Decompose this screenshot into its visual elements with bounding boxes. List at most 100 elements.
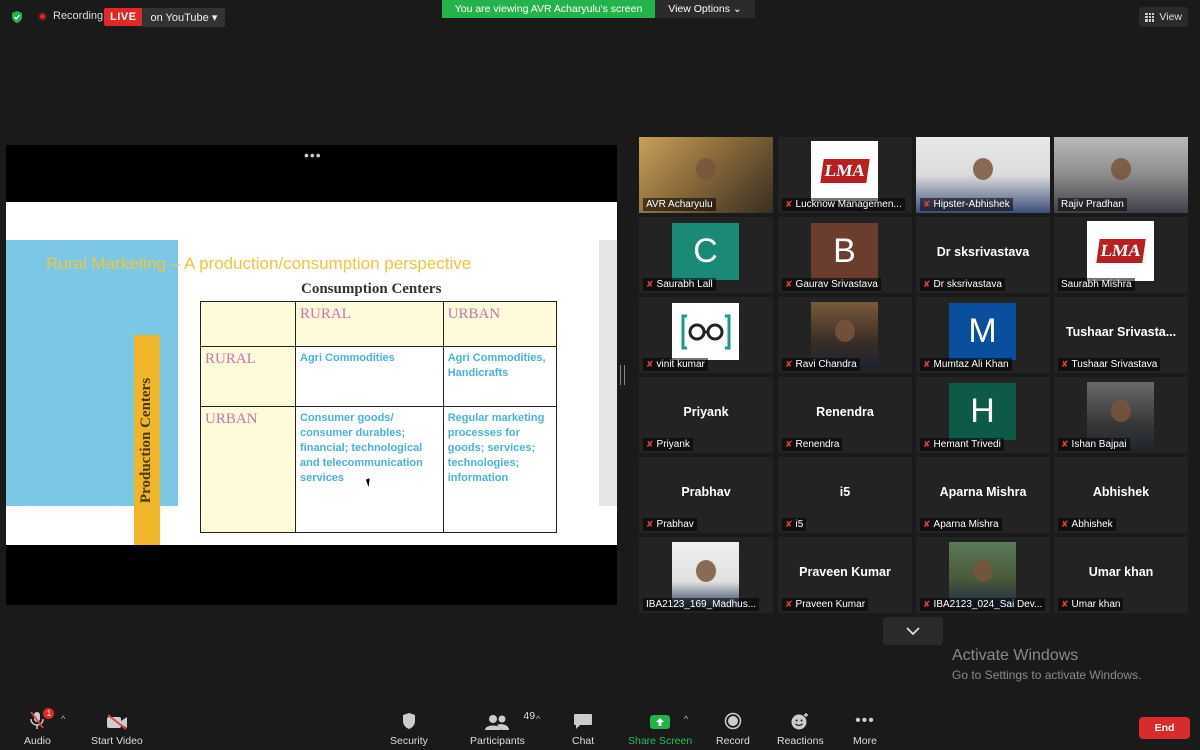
- participant-name: IBA2123_024_Sai Dev...: [933, 599, 1043, 610]
- participant-name-label: ✘ Gaurav Srivastava: [782, 278, 881, 291]
- participant-tile[interactable]: B ✘ Gaurav Srivastava: [778, 217, 912, 293]
- viewing-screen-banner: You are viewing AVR Acharyulu's screen: [442, 0, 655, 18]
- participant-tile[interactable]: LMA ✘ Lucknow Managemen...: [778, 137, 912, 213]
- participant-tile[interactable]: Tushaar Srivasta... ✘ Tushaar Srivastava: [1054, 297, 1188, 373]
- participant-name: Lucknow Managemen...: [795, 199, 902, 210]
- participant-display-name: Umar khan: [1088, 565, 1154, 579]
- muted-mic-icon: ✘: [923, 279, 931, 289]
- view-options-button[interactable]: View Options ⌄: [655, 0, 755, 18]
- participant-tile[interactable]: ✘ IBA2123_024_Sai Dev...: [916, 537, 1050, 613]
- participant-tile[interactable]: Abhishek ✘ Abhishek: [1054, 457, 1188, 533]
- participant-tile[interactable]: M ✘ Mumtaz Ali Khan: [916, 297, 1050, 373]
- participant-display-name: Renendra: [816, 405, 874, 419]
- start-video-label: Start Video: [91, 735, 143, 747]
- participant-tile[interactable]: Umar khan ✘ Umar khan: [1054, 537, 1188, 613]
- security-button[interactable]: Security: [390, 710, 428, 747]
- participant-tile[interactable]: AVR Acharyulu: [639, 137, 773, 213]
- participant-name-label: ✘ Saurabh Lall: [643, 278, 716, 291]
- participant-tile[interactable]: LMA Saurabh Mishra: [1054, 217, 1188, 293]
- cell-rural-rural: Agri Commodities: [295, 346, 444, 407]
- share-screen-button[interactable]: Share Screen: [628, 710, 692, 747]
- participant-tile[interactable]: Praveen Kumar ✘ Praveen Kumar: [778, 537, 912, 613]
- view-button[interactable]: View: [1139, 7, 1188, 27]
- participant-tile[interactable]: Renendra ✘ Renendra: [778, 377, 912, 453]
- audio-label: Audio: [24, 735, 51, 747]
- participant-name: Priyank: [656, 439, 690, 450]
- row-header-rural: RURAL: [200, 346, 296, 407]
- muted-mic-icon: ✘: [785, 199, 793, 209]
- participant-name: AVR Acharyulu: [646, 199, 713, 210]
- participant-name: Gaurav Srivastava: [795, 279, 878, 290]
- participant-tile[interactable]: Aparna Mishra ✘ Aparna Mishra: [916, 457, 1050, 533]
- participant-name-label: ✘ Prabhav: [643, 518, 697, 531]
- audio-button[interactable]: 1 Audio: [24, 708, 55, 747]
- video-camera-off-icon: [106, 714, 127, 730]
- participant-tile[interactable]: IBA2123_169_Madhus...: [639, 537, 773, 613]
- participant-name-label: ✘ Umar khan: [1058, 598, 1124, 611]
- participant-tile[interactable]: C ✘ Saurabh Lall: [639, 217, 773, 293]
- table-corner-cell: [200, 301, 296, 347]
- more-button[interactable]: ••• More: [853, 710, 877, 747]
- muted-mic-icon: ✘: [1061, 519, 1069, 529]
- shared-screen[interactable]: ••• Rural Marketing – A production/consu…: [6, 145, 617, 605]
- grid-view-icon: [1145, 12, 1155, 22]
- participant-name: Aparna Mishra: [933, 519, 999, 530]
- participant-tile[interactable]: ✘ Hipster-Abhishek: [916, 137, 1050, 213]
- live-stream-indicator[interactable]: LIVE on YouTube ▾: [104, 7, 226, 27]
- participant-name: Dr sksrivastava: [933, 279, 1002, 290]
- avatar-letter: C: [672, 223, 739, 280]
- record-button[interactable]: Record: [716, 710, 750, 747]
- start-video-button[interactable]: Start Video: [91, 710, 143, 747]
- recording-indicator[interactable]: Recording: [38, 10, 103, 22]
- muted-mic-icon: ✘: [785, 519, 793, 529]
- participant-name-label: ✘ Lucknow Managemen...: [782, 198, 905, 211]
- participants-button[interactable]: 49 Participants: [470, 710, 535, 747]
- muted-mic-icon: ✘: [646, 439, 654, 449]
- audio-notification-badge: 1: [43, 708, 55, 719]
- person-silhouette: [834, 320, 855, 343]
- share-options-caret-icon[interactable]: ^: [684, 714, 688, 724]
- end-meeting-button[interactable]: End: [1139, 717, 1190, 739]
- col-header-rural: RURAL: [295, 301, 444, 347]
- participant-tile[interactable]: Prabhav ✘ Prabhav: [639, 457, 773, 533]
- reactions-button[interactable]: Reactions: [777, 710, 824, 747]
- participant-name-label: ✘ Priyank: [643, 438, 693, 451]
- participant-tile[interactable]: ✘ Ravi Chandra: [778, 297, 912, 373]
- logo-text: LMA: [1095, 239, 1146, 263]
- reactions-smiley-icon: [791, 713, 809, 730]
- participant-name: Rajiv Pradhan: [1061, 199, 1124, 210]
- participant-tile[interactable]: ✘ Ishan Bajpai: [1054, 377, 1188, 453]
- muted-mic-icon: ✘: [785, 599, 793, 609]
- live-target-dropdown[interactable]: on YouTube ▾: [142, 7, 226, 27]
- participant-tile[interactable]: Priyank ✘ Priyank: [639, 377, 773, 453]
- muted-mic-icon: ✘: [1061, 599, 1069, 609]
- participants-options-caret-icon[interactable]: ^: [536, 714, 540, 724]
- chevron-down-icon: ⌄: [732, 3, 742, 15]
- person-silhouette: [695, 560, 716, 583]
- chat-button[interactable]: Chat: [572, 710, 594, 747]
- view-label: View: [1159, 11, 1182, 23]
- participant-name-label: ✘ Dr sksrivastava: [920, 278, 1005, 291]
- participant-name-label: Saurabh Mishra: [1058, 278, 1135, 291]
- record-label: Record: [716, 735, 750, 747]
- gallery-scroll-down-button[interactable]: [883, 617, 943, 645]
- participant-name: Tushaar Srivastava: [1071, 359, 1158, 370]
- muted-mic-icon: ✘: [1061, 359, 1069, 369]
- col-header-urban: URBAN: [442, 301, 558, 347]
- participant-name: Hipster-Abhishek: [933, 199, 1010, 210]
- participant-name-label: ✘ Ravi Chandra: [782, 358, 860, 371]
- muted-mic-icon: ✘: [923, 359, 931, 369]
- muted-mic-icon: ✘: [1061, 439, 1069, 449]
- participant-name-label: AVR Acharyulu: [643, 198, 716, 211]
- participant-tile[interactable]: Dr sksrivastava ✘ Dr sksrivastava: [916, 217, 1050, 293]
- organization-logo: LMA: [811, 141, 878, 201]
- participant-tile[interactable]: ✘ vinit kumar: [639, 297, 773, 373]
- participant-tile[interactable]: i5 ✘ i5: [778, 457, 912, 533]
- split-resize-handle[interactable]: [620, 365, 625, 385]
- audio-options-caret-icon[interactable]: ^: [61, 714, 65, 724]
- muted-mic-icon: ✘: [646, 359, 654, 369]
- more-label: More: [853, 735, 877, 747]
- more-dots-icon[interactable]: •••: [304, 147, 322, 163]
- participant-tile[interactable]: Rajiv Pradhan: [1054, 137, 1188, 213]
- participant-tile[interactable]: H ✘ Hemant Trivedi: [916, 377, 1050, 453]
